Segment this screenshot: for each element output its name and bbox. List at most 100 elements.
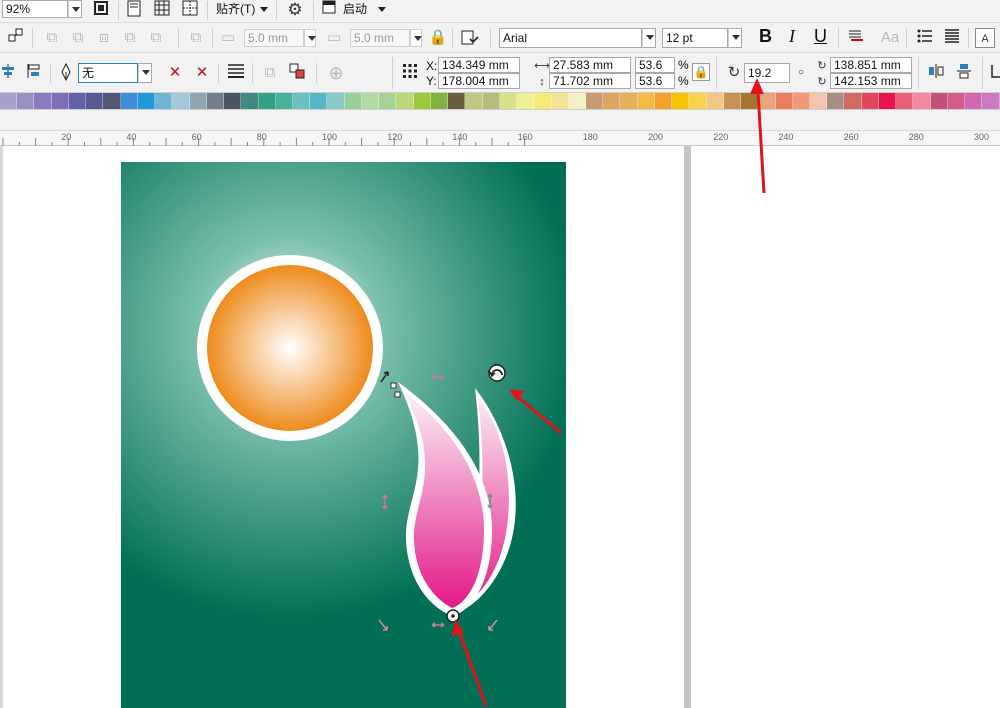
color-swatch[interactable] xyxy=(810,93,828,109)
trim-icon[interactable]: ⧈ xyxy=(94,28,114,48)
color-swatch[interactable] xyxy=(465,93,483,109)
rotation-center-y-field[interactable]: 142.153 mm xyxy=(830,73,912,89)
color-swatch[interactable] xyxy=(86,93,104,109)
no-outline-icon[interactable]: ✕ xyxy=(192,63,212,83)
snap-menu-label[interactable]: 贴齐(T) xyxy=(216,1,255,17)
height-field[interactable]: 71.702 mm xyxy=(549,73,631,89)
simplify-icon[interactable]: ⧉ xyxy=(146,28,166,48)
gear-icon[interactable]: ⚙ xyxy=(285,0,305,20)
color-swatch[interactable] xyxy=(758,93,776,109)
x-position-field[interactable]: 134.349 mm xyxy=(438,57,520,73)
align-icon[interactable] xyxy=(0,63,18,83)
color-swatch[interactable] xyxy=(551,93,569,109)
offset-x-spinner[interactable] xyxy=(304,29,316,47)
color-swatch[interactable] xyxy=(482,93,500,109)
rotation-center-x-field[interactable]: 138.851 mm xyxy=(830,57,912,73)
color-swatch[interactable] xyxy=(827,93,845,109)
group-icon[interactable]: ⧉ xyxy=(260,63,280,83)
color-swatch[interactable] xyxy=(930,93,948,109)
color-swatch[interactable] xyxy=(224,93,242,109)
color-swatch[interactable] xyxy=(706,93,724,109)
width-field[interactable]: 27.583 mm xyxy=(549,57,631,73)
scale-y-field[interactable]: 53.6 xyxy=(635,73,675,89)
bold-button[interactable]: B xyxy=(759,27,772,45)
color-swatch[interactable] xyxy=(396,93,414,109)
color-swatch[interactable] xyxy=(413,93,431,109)
offset-x-field[interactable]: 5.0 mm xyxy=(244,29,304,47)
color-swatch[interactable] xyxy=(172,93,190,109)
italic-button[interactable]: I xyxy=(789,27,795,45)
launch-menu-label[interactable]: 启动 xyxy=(343,1,367,17)
intersect-icon[interactable]: ⧉ xyxy=(120,28,140,48)
color-swatch[interactable] xyxy=(189,93,207,109)
rotation-center-icon[interactable] xyxy=(446,609,460,623)
color-swatch[interactable] xyxy=(965,93,983,109)
color-swatch[interactable] xyxy=(896,93,914,109)
edit-text-icon[interactable]: A xyxy=(975,28,995,48)
color-swatch[interactable] xyxy=(155,93,173,109)
mirror-vertical-icon[interactable] xyxy=(954,63,974,83)
color-swatch[interactable] xyxy=(637,93,655,109)
font-size-field[interactable]: 12 pt xyxy=(662,28,728,48)
color-swatch[interactable] xyxy=(0,93,18,109)
color-swatch[interactable] xyxy=(861,93,879,109)
mirror-horizontal-icon[interactable] xyxy=(926,63,946,83)
distribute-icon[interactable] xyxy=(24,63,44,83)
fit-page-icon[interactable] xyxy=(91,0,111,20)
color-swatch[interactable] xyxy=(620,93,638,109)
drawing-canvas[interactable] xyxy=(0,146,1000,708)
rotation-angle-field[interactable]: 19.2 xyxy=(744,63,790,83)
bullet-list-icon[interactable] xyxy=(915,28,935,48)
launch-icon[interactable] xyxy=(319,0,339,20)
grid-icon[interactable] xyxy=(152,0,172,20)
color-swatch[interactable] xyxy=(448,93,466,109)
color-swatch[interactable] xyxy=(844,93,862,109)
color-swatch[interactable] xyxy=(792,93,811,109)
guidelines-icon[interactable] xyxy=(180,0,200,20)
color-swatch[interactable] xyxy=(34,93,52,109)
color-swatch[interactable] xyxy=(361,93,380,109)
text-properties-icon[interactable] xyxy=(846,28,866,48)
color-swatch[interactable] xyxy=(68,93,87,109)
add-preset-icon[interactable]: ⊕ xyxy=(326,63,346,83)
color-swatch[interactable] xyxy=(310,93,328,109)
scale-x-field[interactable]: 53.6 xyxy=(635,57,675,73)
color-swatch[interactable] xyxy=(241,93,259,109)
color-swatch[interactable] xyxy=(689,93,707,109)
zoom-dropdown-arrow[interactable] xyxy=(68,0,82,18)
color-swatch[interactable] xyxy=(379,93,397,109)
color-swatch[interactable] xyxy=(499,93,518,109)
selection-node[interactable] xyxy=(390,382,397,389)
lock-ratio-icon[interactable]: 🔒 xyxy=(692,63,710,81)
wrap-text-icon[interactable] xyxy=(226,63,246,83)
zoom-combobox[interactable]: 92% xyxy=(2,0,68,18)
font-size-dropdown-arrow[interactable] xyxy=(728,28,742,48)
color-swatch[interactable] xyxy=(120,93,138,109)
reference-point-icon[interactable] xyxy=(400,63,420,83)
color-swatch[interactable] xyxy=(327,93,345,109)
outline-width-field[interactable]: 无 xyxy=(78,63,138,83)
color-swatch[interactable] xyxy=(344,93,362,109)
color-swatch[interactable] xyxy=(275,93,293,109)
sun[interactable] xyxy=(207,265,373,431)
character-format-icon[interactable]: Aa xyxy=(880,28,900,48)
color-swatch[interactable] xyxy=(568,93,586,109)
color-swatch[interactable] xyxy=(17,93,35,109)
paragraph-format-icon[interactable] xyxy=(942,28,962,48)
weld-icon[interactable]: ⧉ xyxy=(68,28,88,48)
color-swatch[interactable] xyxy=(206,93,225,109)
color-swatch[interactable] xyxy=(913,93,931,109)
color-swatch[interactable] xyxy=(534,93,552,109)
horizontal-ruler[interactable]: 20 40 60 80 100 120 140 160 180 200 220 240 260 280 30… xyxy=(0,130,1000,147)
lock-icon[interactable]: 🔒 xyxy=(428,28,448,48)
color-swatch[interactable] xyxy=(430,93,449,109)
color-swatch[interactable] xyxy=(723,93,742,109)
color-swatch[interactable] xyxy=(603,93,621,109)
offset-y-spinner[interactable] xyxy=(410,29,422,47)
color-swatch[interactable] xyxy=(741,93,759,109)
no-fill-icon[interactable]: ✕ xyxy=(165,63,185,83)
outline-width-dropdown-arrow[interactable] xyxy=(138,63,152,83)
font-family-dropdown-arrow[interactable] xyxy=(642,28,656,48)
color-swatch[interactable] xyxy=(517,93,535,109)
pen-outline-icon[interactable] xyxy=(56,62,76,83)
